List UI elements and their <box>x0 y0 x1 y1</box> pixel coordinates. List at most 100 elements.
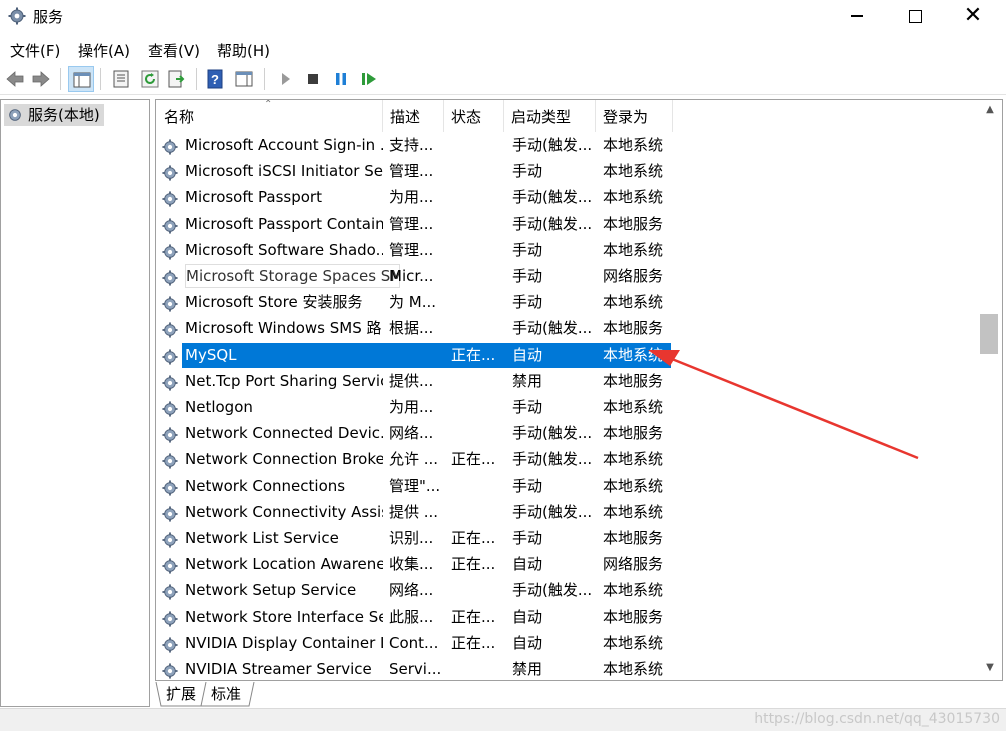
service-row[interactable]: Microsoft Passport 为用... 手动(触发... 本地系统 <box>156 184 980 210</box>
toolbar-separator <box>196 68 197 90</box>
help-button[interactable]: ? <box>202 66 228 92</box>
service-description: 管理... <box>389 162 434 181</box>
service-row[interactable]: Network Connection Broker 允许 ... 正在... 手动(触… <box>156 446 980 472</box>
service-log-on-as: 本地系统 <box>603 188 664 207</box>
service-row[interactable]: Microsoft Software Shado... 管理... 手动 本地系统 <box>156 237 980 263</box>
service-log-on-as: 网络服务 <box>603 267 664 285</box>
service-row[interactable]: Network Connections 管理"... 手动 本地系统 <box>156 473 980 499</box>
column-header-name-label: 名称 <box>164 108 195 126</box>
service-row[interactable]: Microsoft Passport Container 管理... 手动(触发..… <box>156 211 980 237</box>
service-row[interactable]: Network Connected Devic... 网络... 手动(触发... 本… <box>156 420 980 446</box>
service-status: 正在... <box>451 633 496 652</box>
service-description: 支持... <box>389 136 434 154</box>
refresh-button[interactable] <box>137 66 163 92</box>
service-startup-type: 自动 <box>512 607 543 626</box>
service-row[interactable]: MySQL 正在... 自动 本地系统 <box>156 342 980 368</box>
service-row[interactable]: NVIDIA Streamer Service Servi... 禁用 本地系统 <box>156 656 980 680</box>
service-row[interactable]: Microsoft Storage Spaces SMP Micr... 手动 网络服… <box>156 263 980 289</box>
svg-text:?: ? <box>211 72 219 87</box>
service-name: Microsoft iSCSI Initiator Ser... <box>185 162 383 181</box>
service-name: Network Connectivity Assis... <box>185 502 383 521</box>
export-list-button[interactable] <box>164 66 190 92</box>
service-row[interactable]: Network Setup Service 网络... 手动(触发... 本地系统 <box>156 577 980 603</box>
column-header-log-on-as[interactable]: 登录为 <box>595 100 673 132</box>
service-log-on-as: 网络服务 <box>603 555 664 574</box>
view-pane-button[interactable] <box>231 66 257 92</box>
service-startup-type: 手动(触发... <box>512 581 593 600</box>
service-name: Network Connected Devic... <box>185 424 383 443</box>
forward-button[interactable] <box>28 66 54 92</box>
service-startup-type: 禁用 <box>512 660 543 678</box>
column-header-status-label: 状态 <box>451 108 482 126</box>
tree-node-services-local[interactable]: 服务(本地) <box>4 104 104 126</box>
service-name: NVIDIA Display Container LS <box>185 633 383 652</box>
service-row[interactable]: Network Store Interface Se... 此服... 正在... 自… <box>156 604 980 630</box>
service-startup-type: 手动(触发... <box>512 424 593 443</box>
sort-ascending-icon: ⌃ <box>264 99 273 110</box>
properties-button[interactable] <box>108 66 134 92</box>
close-button[interactable]: ✕ <box>944 0 1002 34</box>
service-row[interactable]: Network List Service 识别... 正在... 手动 本地服务 <box>156 525 980 551</box>
service-description: 网络... <box>389 424 434 443</box>
service-row[interactable]: Netlogon 为用... 手动 本地系统 <box>156 394 980 420</box>
back-button[interactable] <box>2 66 28 92</box>
vertical-scrollbar[interactable]: ▲ ▼ <box>978 100 1002 680</box>
service-log-on-as: 本地系统 <box>603 476 664 495</box>
properties-icon <box>113 70 129 88</box>
service-name: Netlogon <box>185 398 253 416</box>
start-service-button[interactable] <box>272 66 298 92</box>
tab-extended[interactable]: 扩展 <box>160 682 202 706</box>
services-gear-icon <box>8 7 26 25</box>
export-list-icon <box>168 70 185 88</box>
window-title: 服务 <box>33 8 64 26</box>
column-header-name[interactable]: ⌃ 名称 <box>156 100 383 132</box>
service-description: 收集... <box>389 555 434 574</box>
minimize-button[interactable] <box>828 0 886 34</box>
service-startup-type: 手动(触发... <box>512 214 593 233</box>
tree-node-label: 服务(本地) <box>28 106 100 124</box>
tab-standard[interactable]: 标准 <box>205 682 247 706</box>
service-row[interactable]: Net.Tcp Port Sharing Service 提供... 禁用 本地服务 <box>156 368 980 394</box>
menu-file[interactable]: 文件(F) <box>10 40 60 61</box>
scroll-up-arrow-icon[interactable]: ▲ <box>978 102 1002 118</box>
help-icon: ? <box>207 69 223 89</box>
service-log-on-as: 本地系统 <box>603 502 664 521</box>
menu-action[interactable]: 操作(A) <box>78 40 130 61</box>
service-log-on-as: 本地系统 <box>603 136 664 154</box>
scroll-down-arrow-icon[interactable]: ▼ <box>978 660 1002 676</box>
menu-bar: 文件(F) 操作(A) 查看(V) 帮助(H) <box>0 36 1006 62</box>
service-startup-type: 手动(触发... <box>512 188 593 207</box>
service-startup-type: 禁用 <box>512 371 543 390</box>
pause-service-button[interactable] <box>328 66 354 92</box>
service-startup-type: 手动 <box>512 293 543 312</box>
column-header-status[interactable]: 状态 <box>443 100 504 132</box>
service-row[interactable]: Microsoft Store 安装服务 为 M... 手动 本地系统 <box>156 289 980 315</box>
service-log-on-as: 本地服务 <box>603 607 664 626</box>
scrollbar-thumb[interactable] <box>980 314 998 354</box>
service-status: 正在... <box>451 529 496 547</box>
column-header-startup-type[interactable]: 启动类型 <box>503 100 596 132</box>
service-startup-type: 手动 <box>512 529 543 547</box>
show-console-tree-button[interactable] <box>68 66 94 92</box>
stop-service-button[interactable] <box>300 66 326 92</box>
column-header-description[interactable]: 描述 <box>382 100 444 132</box>
menu-view[interactable]: 查看(V) <box>148 40 200 61</box>
service-log-on-as: 本地系统 <box>603 398 664 416</box>
restart-service-button[interactable] <box>356 66 382 92</box>
service-log-on-as: 本地系统 <box>603 345 664 364</box>
service-name: Microsoft Store 安装服务 <box>185 293 363 312</box>
service-row[interactable]: NVIDIA Display Container LS Cont... 正在... 自… <box>156 630 980 656</box>
service-name: Network Location Awarene... <box>185 555 383 574</box>
service-row[interactable]: Microsoft Account Sign-in ... 支持... 手动(触发.… <box>156 132 980 158</box>
service-row[interactable]: Network Location Awarene... 收集... 正在... 自动 网… <box>156 551 980 577</box>
watermark-text: https://blog.csdn.net/qq_43015730 <box>754 711 1000 727</box>
menu-help[interactable]: 帮助(H) <box>217 40 270 61</box>
service-row[interactable]: Network Connectivity Assis... 提供 ... 手动(触发… <box>156 499 980 525</box>
service-startup-type: 自动 <box>512 345 543 364</box>
toolbar-separator <box>100 68 101 90</box>
service-row[interactable]: Microsoft Windows SMS 路... 根据... 手动(触发... 本… <box>156 315 980 341</box>
maximize-button[interactable] <box>886 0 944 34</box>
service-row[interactable]: Microsoft iSCSI Initiator Ser... 管理... 手动 本… <box>156 158 980 184</box>
start-service-icon <box>282 73 290 85</box>
service-description: 此服... <box>389 607 434 626</box>
